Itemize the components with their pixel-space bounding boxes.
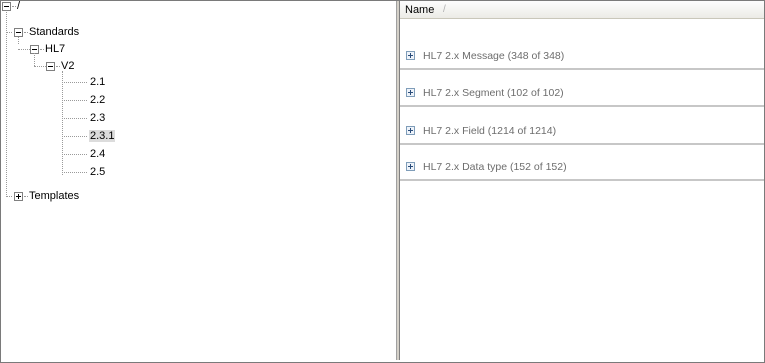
tree-node-version[interactable]: 2.3 bbox=[89, 112, 106, 124]
group-label: HL7 2.x Segment (102 of 102) bbox=[423, 87, 564, 99]
tree-line bbox=[62, 118, 87, 119]
sort-indicator-icon: / bbox=[443, 4, 446, 15]
minus-box-icon[interactable] bbox=[14, 28, 23, 37]
tree-pane: / Standards HL7 V2 2.1 2.2 2.3 2.3.1 2.4… bbox=[1, 0, 396, 360]
tree-line bbox=[62, 82, 87, 83]
tree-node-version[interactable]: 2.2 bbox=[89, 94, 106, 106]
tree-line bbox=[6, 196, 12, 197]
group-label: HL7 2.x Message (348 of 348) bbox=[423, 50, 565, 62]
tree-line bbox=[62, 100, 87, 101]
plus-box-icon[interactable] bbox=[406, 162, 415, 171]
tree-node-version[interactable]: 2.5 bbox=[89, 166, 106, 178]
tree-line bbox=[62, 71, 63, 175]
tree-node-root[interactable]: / bbox=[16, 0, 21, 12]
tree-node-version[interactable]: 2.4 bbox=[89, 148, 106, 160]
tree-line bbox=[62, 136, 87, 137]
column-header-name[interactable]: Name / bbox=[400, 1, 764, 19]
group-row-data-type[interactable]: HL7 2.x Data type (152 of 152) bbox=[400, 155, 764, 181]
tree-node-version-selected[interactable]: 2.3.1 bbox=[89, 130, 116, 142]
tree-node-templates[interactable]: Templates bbox=[28, 190, 80, 202]
minus-box-icon[interactable] bbox=[46, 62, 55, 71]
tree-node-standards[interactable]: Standards bbox=[28, 26, 80, 38]
list-pane: Name / HL7 2.x Message (348 of 348) HL7 … bbox=[400, 1, 764, 360]
plus-box-icon[interactable] bbox=[406, 88, 415, 97]
plus-box-icon[interactable] bbox=[14, 192, 23, 201]
tree-line bbox=[62, 154, 87, 155]
group-row-field[interactable]: HL7 2.x Field (1214 of 1214) bbox=[400, 119, 764, 145]
group-label: HL7 2.x Data type (152 of 152) bbox=[423, 161, 567, 173]
tree-node-version[interactable]: 2.1 bbox=[89, 76, 106, 88]
plus-box-icon[interactable] bbox=[406, 51, 415, 60]
tree-node-v2[interactable]: V2 bbox=[60, 60, 75, 72]
plus-box-icon[interactable] bbox=[406, 126, 415, 135]
tree-line bbox=[6, 32, 12, 33]
column-header-label: Name bbox=[405, 4, 435, 16]
tree-line bbox=[62, 172, 87, 173]
tree-line bbox=[6, 12, 7, 197]
group-label: HL7 2.x Field (1214 of 1214) bbox=[423, 125, 557, 137]
group-row-message[interactable]: HL7 2.x Message (348 of 348) bbox=[400, 44, 764, 70]
tree-node-hl7[interactable]: HL7 bbox=[44, 43, 66, 55]
group-row-segment[interactable]: HL7 2.x Segment (102 of 102) bbox=[400, 81, 764, 107]
tree-line bbox=[34, 66, 46, 67]
minus-box-icon[interactable] bbox=[2, 2, 11, 11]
tree-line bbox=[34, 53, 35, 66]
tree-line bbox=[18, 49, 30, 50]
